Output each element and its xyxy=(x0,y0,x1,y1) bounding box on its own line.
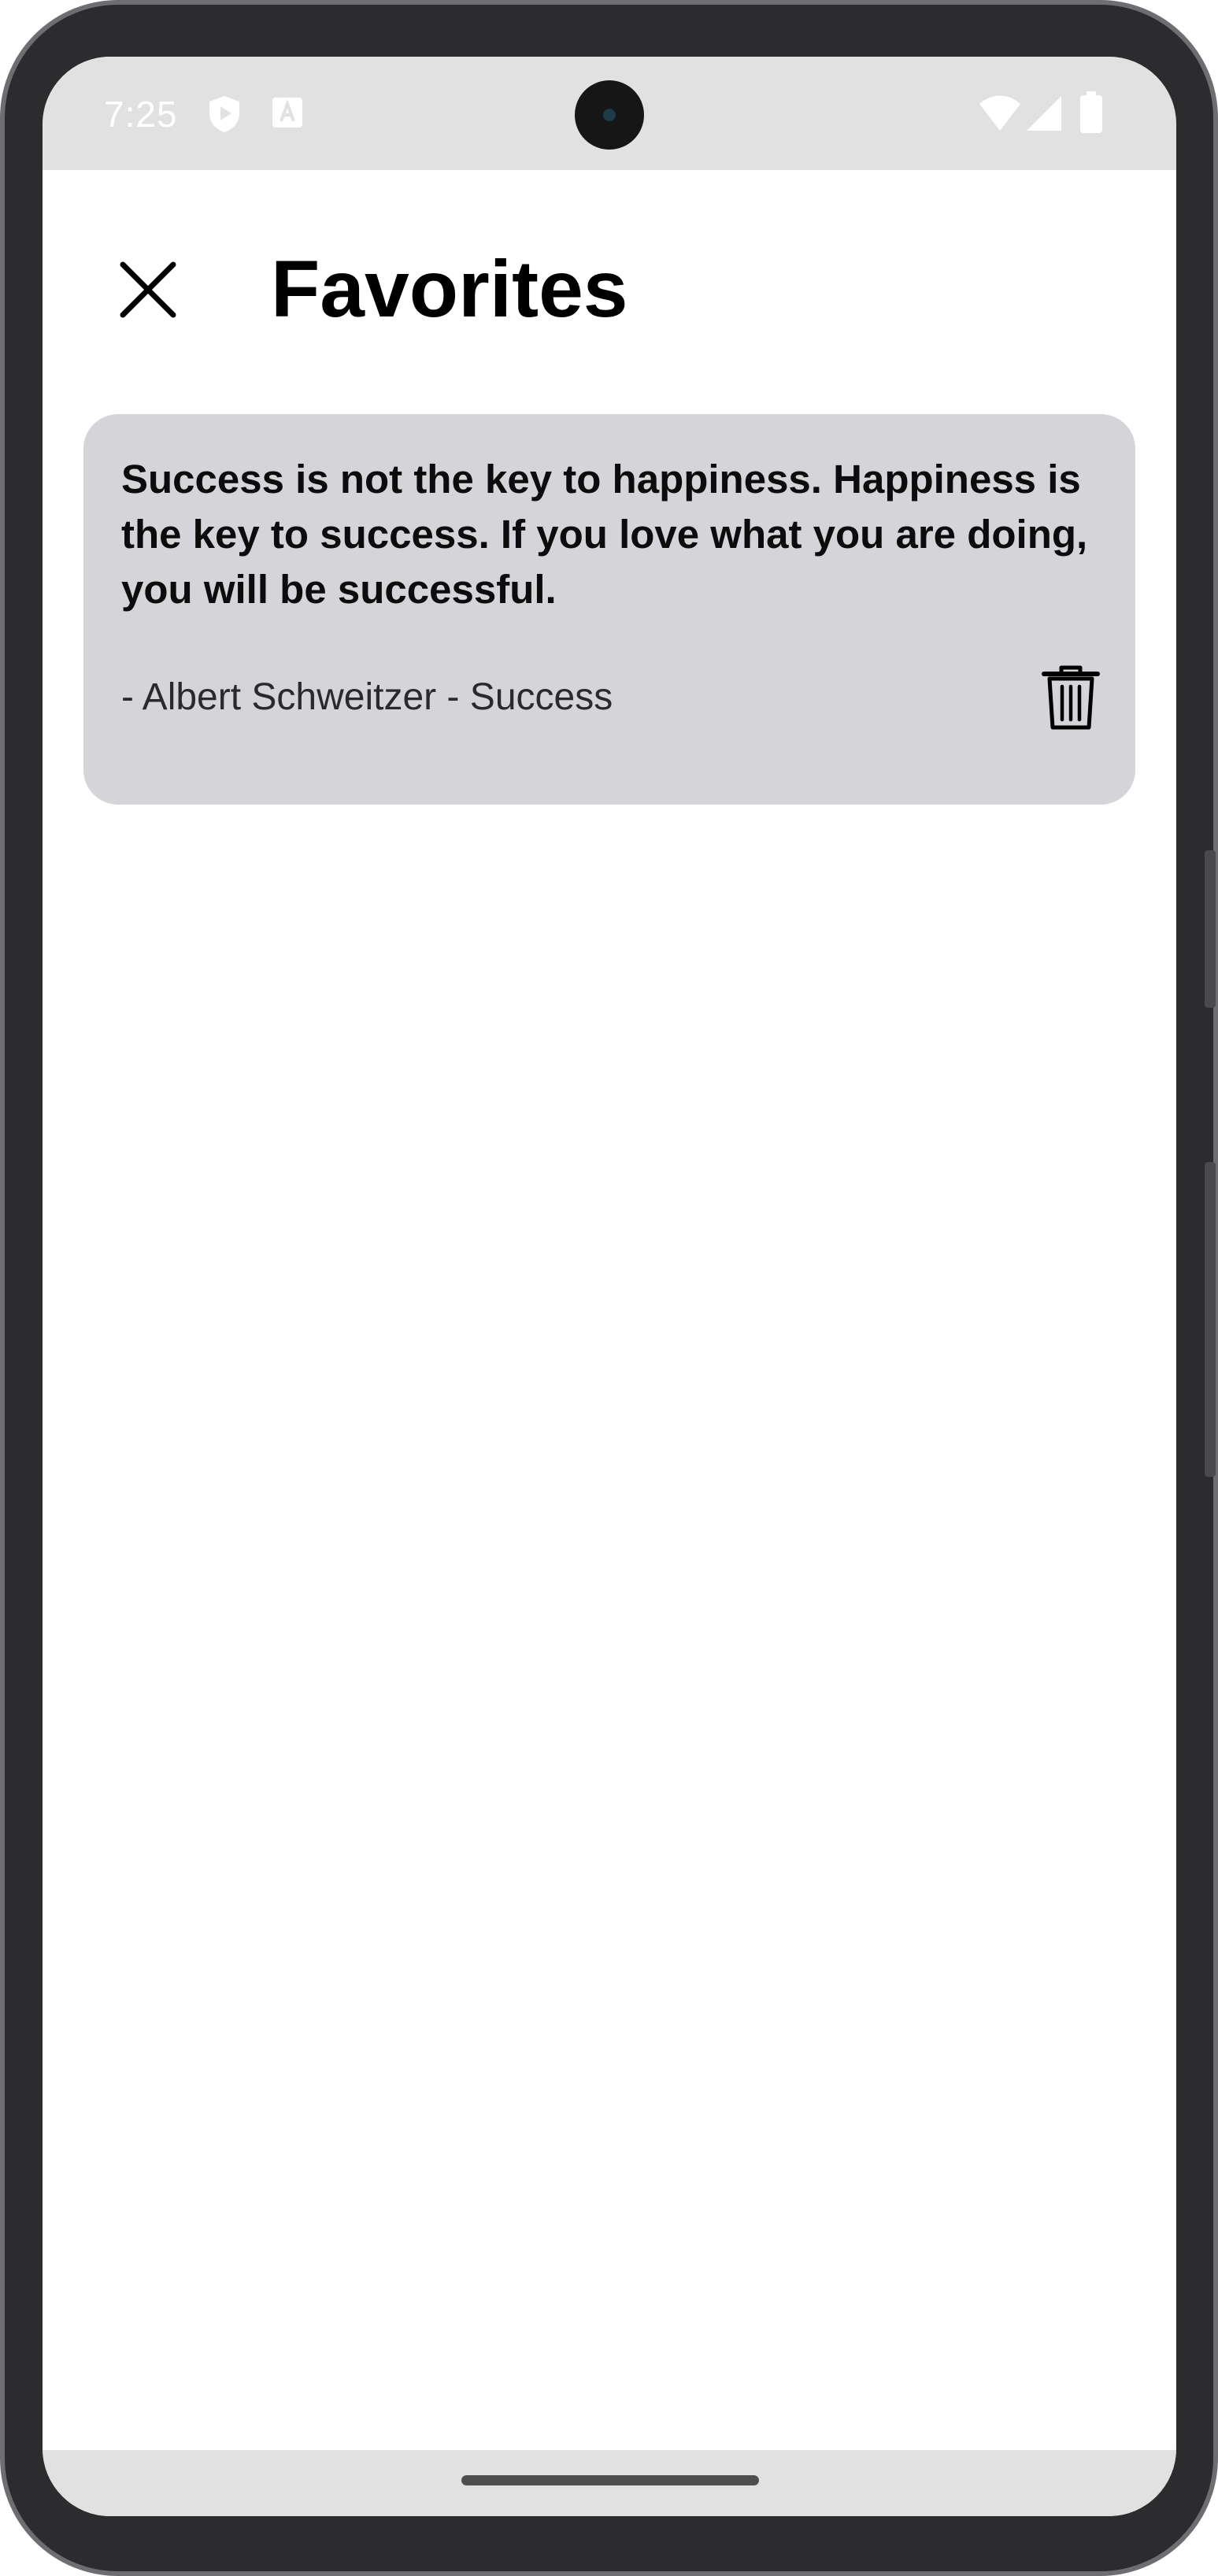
screen: 7:25 Favorites Success is not the key to… xyxy=(43,57,1176,2516)
front-camera xyxy=(575,80,644,150)
quote-attribution: - Albert Schweitzer - Success xyxy=(121,676,613,718)
battery-icon xyxy=(1079,91,1104,138)
shield-play-icon xyxy=(206,94,242,138)
close-button[interactable] xyxy=(112,254,184,326)
trash-icon xyxy=(1042,665,1100,730)
close-icon xyxy=(120,261,176,318)
delete-favorite-button[interactable] xyxy=(1041,664,1101,732)
phone-frame: 7:25 Favorites Success is not the key to… xyxy=(0,0,1218,2576)
status-time: 7:25 xyxy=(104,94,178,135)
volume-button xyxy=(1205,1162,1216,1477)
cell-signal-icon xyxy=(1025,94,1063,136)
text-a-icon xyxy=(271,96,304,133)
status-bar: 7:25 xyxy=(43,57,1176,170)
power-button xyxy=(1205,850,1216,1008)
navigation-bar xyxy=(43,2450,1176,2516)
wifi-icon xyxy=(978,94,1022,136)
page-title: Favorites xyxy=(271,244,628,334)
quote-text: Success is not the key to happiness. Hap… xyxy=(121,457,1088,612)
favorite-quote-card: Success is not the key to happiness. Hap… xyxy=(83,414,1135,805)
home-gesture-handle[interactable] xyxy=(461,2475,759,2485)
